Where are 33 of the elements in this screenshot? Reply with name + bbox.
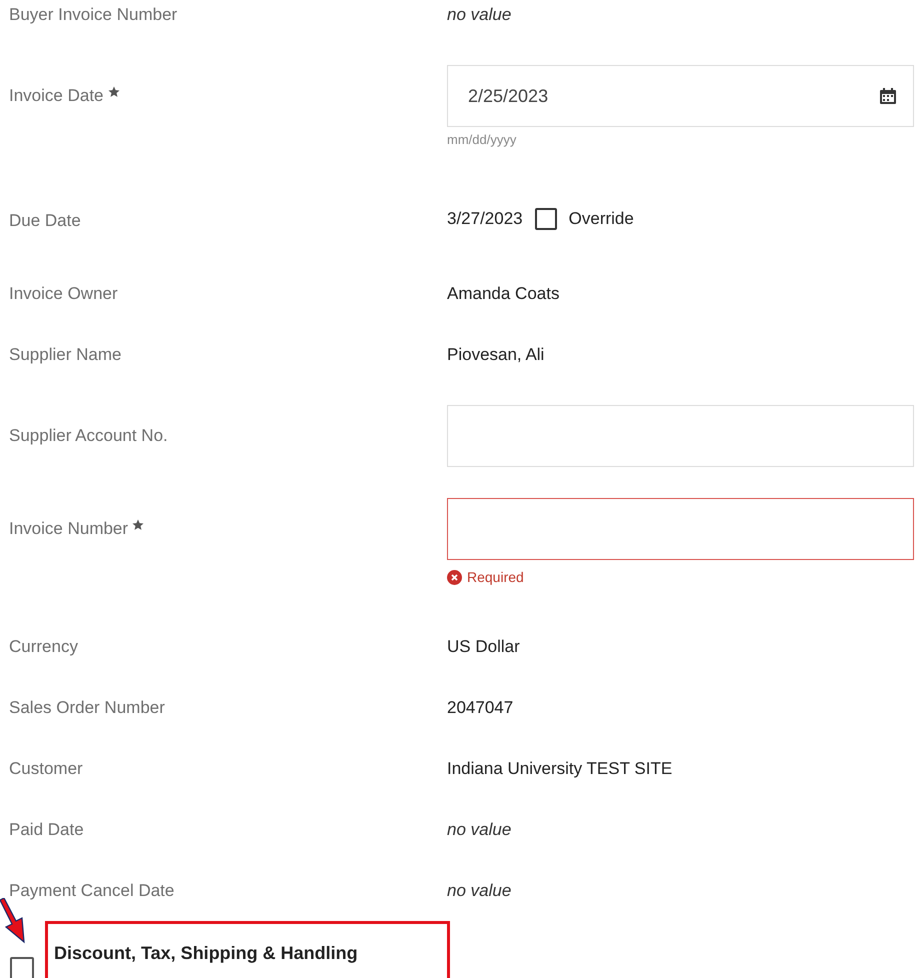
field-label: Currency (9, 636, 78, 658)
field-label: Supplier Account No. (9, 425, 168, 447)
field-label: Customer (9, 758, 83, 780)
field-value: 3/27/2023 (447, 208, 523, 230)
field-value: Piovesan, Ali (447, 344, 544, 366)
field-value: no value (447, 4, 512, 26)
date-field[interactable]: 2/25/2023 (447, 65, 914, 127)
field-value: Amanda Coats (447, 283, 560, 305)
input-field[interactable] (447, 498, 914, 560)
field-value: 2047047 (447, 697, 514, 719)
override-checkbox[interactable]: Override (534, 208, 634, 230)
field-label: Paid Date (9, 819, 84, 841)
field-label: Supplier Name (9, 344, 122, 366)
calendar-icon[interactable] (879, 87, 897, 105)
checkbox-label[interactable]: Discount, Tax, Shipping & Handling (54, 943, 358, 963)
field-value: no value (447, 819, 512, 841)
pointer-arrow (0, 898, 25, 944)
field-label: Due Date (9, 210, 81, 232)
field-label: Invoice Number (9, 518, 128, 540)
field-label: Sales Order Number (9, 697, 165, 719)
required-star-icon (132, 519, 144, 531)
field-value: no value (447, 880, 512, 902)
error-icon (447, 570, 462, 584)
field-label: Buyer Invoice Number (9, 4, 178, 26)
field-label: Payment Cancel Date (9, 880, 174, 902)
field-label: Invoice Date (9, 85, 104, 107)
field-value: Indiana University TEST SITE (447, 758, 672, 780)
field-label: Invoice Owner (9, 283, 118, 305)
field-value: US Dollar (447, 636, 520, 658)
checkbox[interactable] (10, 957, 34, 978)
error-message: Required (467, 569, 524, 585)
date-format-hint: mm/dd/yyyy (447, 132, 518, 147)
required-star-icon (108, 86, 120, 98)
